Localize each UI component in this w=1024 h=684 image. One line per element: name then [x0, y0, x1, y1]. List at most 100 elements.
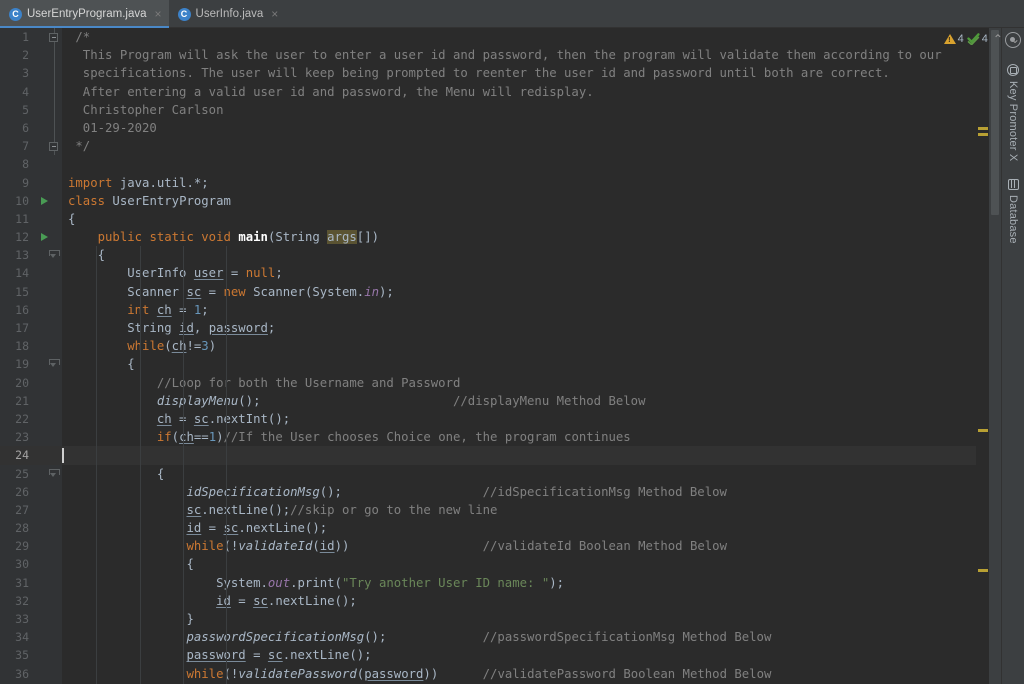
editor-gutter[interactable] [36, 264, 62, 283]
code-text[interactable]: password = sc.nextLine(); [62, 646, 976, 664]
ok-count-group[interactable]: 4 [967, 32, 988, 45]
editor-gutter[interactable] [36, 28, 62, 47]
code-text[interactable]: This Program will ask the user to enter … [62, 46, 976, 64]
code-line[interactable]: 25 { [0, 464, 976, 483]
code-text[interactable]: if(ch==1)//If the User chooses Choice on… [62, 428, 976, 446]
code-line[interactable]: 21 displayMenu(); //displayMenu Method B… [0, 391, 976, 410]
code-text[interactable]: } [62, 610, 976, 628]
code-line[interactable]: 8 [0, 155, 976, 174]
code-line[interactable]: 9 import java.util.*; [0, 173, 976, 192]
chevron-down-icon[interactable]: ⌄ [1008, 33, 1022, 45]
code-line[interactable]: 22 ch = sc.nextInt(); [0, 409, 976, 429]
code-text[interactable]: UserInfo user = null; [62, 264, 976, 282]
collapse-fold-icon[interactable] [49, 141, 58, 151]
code-line[interactable]: 4 After entering a valid user id and pas… [0, 82, 976, 101]
editor-gutter[interactable] [36, 46, 62, 65]
chevron-up-icon[interactable]: ⌃ [991, 33, 1005, 45]
stripe-warning-mark[interactable] [978, 127, 988, 130]
warning-count-group[interactable]: 4 [943, 33, 964, 45]
tab-user-info[interactable]: C UserInfo.java × [169, 0, 286, 28]
editor-gutter[interactable] [36, 391, 62, 410]
editor-gutter[interactable] [36, 64, 62, 83]
code-line[interactable]: 30 { [0, 555, 976, 574]
code-text[interactable]: while(!validateId(id)) //validateId Bool… [62, 537, 976, 555]
code-text[interactable]: Scanner sc = new Scanner(System.in); [62, 283, 976, 301]
inspection-widget[interactable]: 4 4 ⌃ ⌄ [943, 32, 1022, 45]
code-line[interactable]: 24 [0, 446, 976, 465]
editor-gutter[interactable] [36, 482, 62, 501]
code-text[interactable]: passwordSpecificationMsg(); //passwordSp… [62, 628, 976, 646]
code-line[interactable]: 19 { [0, 355, 976, 374]
error-stripe-gutter[interactable] [976, 28, 989, 684]
close-icon[interactable]: × [271, 8, 278, 20]
editor-gutter[interactable] [36, 519, 62, 538]
code-line[interactable]: 28 id = sc.nextLine(); [0, 519, 976, 538]
code-line[interactable]: 2 This Program will ask the user to ente… [0, 46, 976, 65]
code-line[interactable]: 29 while(!validateId(id)) //validateId B… [0, 537, 976, 556]
code-line[interactable]: 16 int ch = 1; [0, 300, 976, 319]
editor-gutter[interactable] [36, 409, 62, 429]
code-line[interactable]: 35 password = sc.nextLine(); [0, 646, 976, 665]
editor-gutter[interactable] [36, 191, 62, 210]
editor-gutter[interactable] [36, 228, 62, 247]
editor-gutter[interactable] [36, 500, 62, 520]
collapse-fold-icon[interactable] [49, 468, 60, 478]
code-text[interactable]: id = sc.nextLine(); [62, 519, 976, 537]
code-text[interactable]: 01-29-2020 [62, 119, 976, 137]
code-text[interactable]: { [62, 246, 976, 264]
editor-gutter[interactable] [36, 137, 62, 156]
close-icon[interactable]: × [155, 8, 162, 20]
run-method-icon[interactable] [41, 233, 48, 242]
code-text[interactable]: */ [62, 137, 976, 155]
code-text[interactable]: /* [62, 28, 976, 46]
code-line[interactable]: 14 UserInfo user = null; [0, 264, 976, 283]
code-text[interactable]: Christopher Carlson [62, 101, 976, 119]
code-line[interactable]: 17 String id, password; [0, 319, 976, 338]
code-line[interactable]: 27 sc.nextLine();//skip or go to the new… [0, 500, 976, 520]
code-text[interactable]: specifications. The user will keep being… [62, 64, 976, 82]
code-text[interactable]: class UserEntryProgram [62, 192, 976, 210]
editor-scrollbar[interactable] [989, 28, 1001, 684]
code-text[interactable]: while(ch!=3) [62, 337, 976, 355]
code-text[interactable]: sc.nextLine();//skip or go to the new li… [62, 501, 976, 519]
code-line[interactable]: 23 if(ch==1)//If the User chooses Choice… [0, 428, 976, 447]
editor-gutter[interactable] [36, 300, 62, 319]
collapse-fold-icon[interactable] [49, 359, 60, 368]
code-text[interactable]: { [62, 210, 976, 228]
editor-gutter[interactable] [36, 646, 62, 665]
editor-gutter[interactable] [36, 282, 62, 301]
editor-gutter[interactable] [36, 446, 62, 465]
editor-gutter[interactable] [36, 428, 62, 447]
editor-gutter[interactable] [36, 155, 62, 174]
code-text[interactable]: id = sc.nextLine(); [62, 592, 976, 610]
editor-gutter[interactable] [36, 337, 62, 356]
editor-gutter[interactable] [36, 319, 62, 338]
collapse-fold-icon[interactable] [49, 250, 60, 259]
code-line[interactable]: 18 while(ch!=3) [0, 337, 976, 356]
editor-gutter[interactable] [36, 464, 62, 483]
code-editor[interactable]: 1 /* 2 This Program will ask the user to … [0, 28, 976, 684]
collapse-fold-icon[interactable] [49, 32, 58, 42]
editor-gutter[interactable] [36, 610, 62, 629]
code-text[interactable]: import java.util.*; [62, 174, 976, 192]
code-line[interactable]: 3 specifications. The user will keep bei… [0, 64, 976, 83]
code-text[interactable]: //Loop for both the Username and Passwor… [62, 374, 976, 392]
code-line[interactable]: 10 class UserEntryProgram [0, 191, 976, 210]
code-text[interactable]: { [62, 355, 976, 373]
code-line[interactable]: 5 Christopher Carlson [0, 100, 976, 119]
code-text[interactable]: ch = sc.nextInt(); [62, 410, 976, 428]
tab-user-entry-program[interactable]: C UserEntryProgram.java × [0, 0, 169, 28]
editor-gutter[interactable] [36, 555, 62, 574]
editor-gutter[interactable] [36, 537, 62, 556]
stripe-warning-mark[interactable] [978, 133, 988, 136]
editor-gutter[interactable] [36, 173, 62, 192]
code-line[interactable]: 31 System.out.print("Try another User ID… [0, 573, 976, 592]
editor-gutter[interactable] [36, 82, 62, 101]
code-line[interactable]: 20 //Loop for both the Username and Pass… [0, 373, 976, 392]
code-line[interactable]: 6 01-29-2020 [0, 118, 976, 138]
stripe-warning-mark[interactable] [978, 429, 988, 432]
editor-gutter[interactable] [36, 100, 62, 119]
code-text[interactable]: After entering a valid user id and passw… [62, 83, 976, 101]
editor-gutter[interactable] [36, 628, 62, 647]
code-line[interactable]: 13 { [0, 246, 976, 265]
